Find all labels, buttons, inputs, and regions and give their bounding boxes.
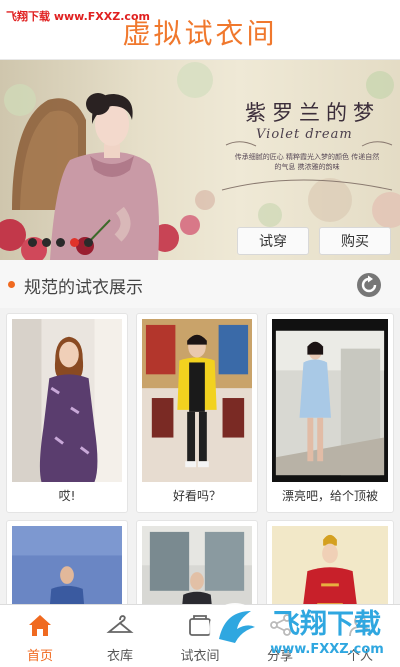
bullet-icon (8, 281, 15, 288)
outfit-photo (272, 319, 388, 482)
card-caption: 好看吗？ (172, 489, 221, 503)
card-caption: 漂亮吧，给个顶被 (281, 489, 378, 503)
page-title: 虚拟试衣间 (122, 17, 278, 50)
tab-label: 衣库 (106, 649, 133, 664)
refresh-icon[interactable] (356, 272, 382, 298)
carousel-dot-active[interactable] (70, 238, 79, 247)
tab-wardrobe[interactable]: 衣库 (80, 605, 160, 667)
watermark-logo: 飞翔下载 www.FXXZ.com (209, 603, 389, 657)
tab-home[interactable]: 首页 (0, 605, 80, 667)
gallery-card[interactable]: 好看吗？ (136, 313, 258, 513)
gallery-card[interactable]: 漂亮吧，给个顶被 (266, 313, 394, 513)
app-header: 飞翔下载 www.FXXZ.com 虚拟试衣间 (0, 0, 400, 60)
try-on-button[interactable]: 试穿 (237, 227, 309, 255)
banner-description: 传承细腻的匠心 精粹霞光入梦的颜色 传递自然的气息 携浓雅的韵味 (234, 153, 380, 171)
banner-subtitle: Violet dream (256, 127, 353, 142)
banner-title: 紫罗兰的梦 (245, 101, 380, 125)
promo-banner[interactable]: 紫罗兰的梦 Violet dream 传承细腻的匠心 精粹霞光入梦的颜色 传递自… (0, 60, 400, 260)
svg-text:飞翔下载: 飞翔下载 (273, 609, 381, 640)
outfit-photo (142, 319, 252, 482)
home-icon (29, 615, 51, 636)
carousel-dot[interactable] (28, 238, 37, 247)
carousel-dot[interactable] (84, 238, 93, 247)
carousel-dot[interactable] (56, 238, 65, 247)
gallery-card[interactable]: 哎! (6, 313, 128, 513)
buy-button[interactable]: 购买 (319, 227, 391, 255)
app-screen: 飞翔下载 www.FXXZ.com 虚拟试衣间 紫罗兰的梦 Violet dre… (0, 0, 400, 667)
hanger-icon (106, 615, 134, 633)
section-title: 规范的试衣展示 (24, 278, 143, 298)
tab-label: 首页 (26, 649, 53, 664)
section-header: 规范的试衣展示 (0, 260, 400, 308)
carousel-indicator[interactable] (28, 238, 93, 247)
carousel-dot[interactable] (42, 238, 51, 247)
card-caption: 哎! (58, 489, 76, 503)
outfit-photo (12, 319, 122, 482)
svg-text:www.FXXZ.com: www.FXXZ.com (270, 642, 384, 657)
